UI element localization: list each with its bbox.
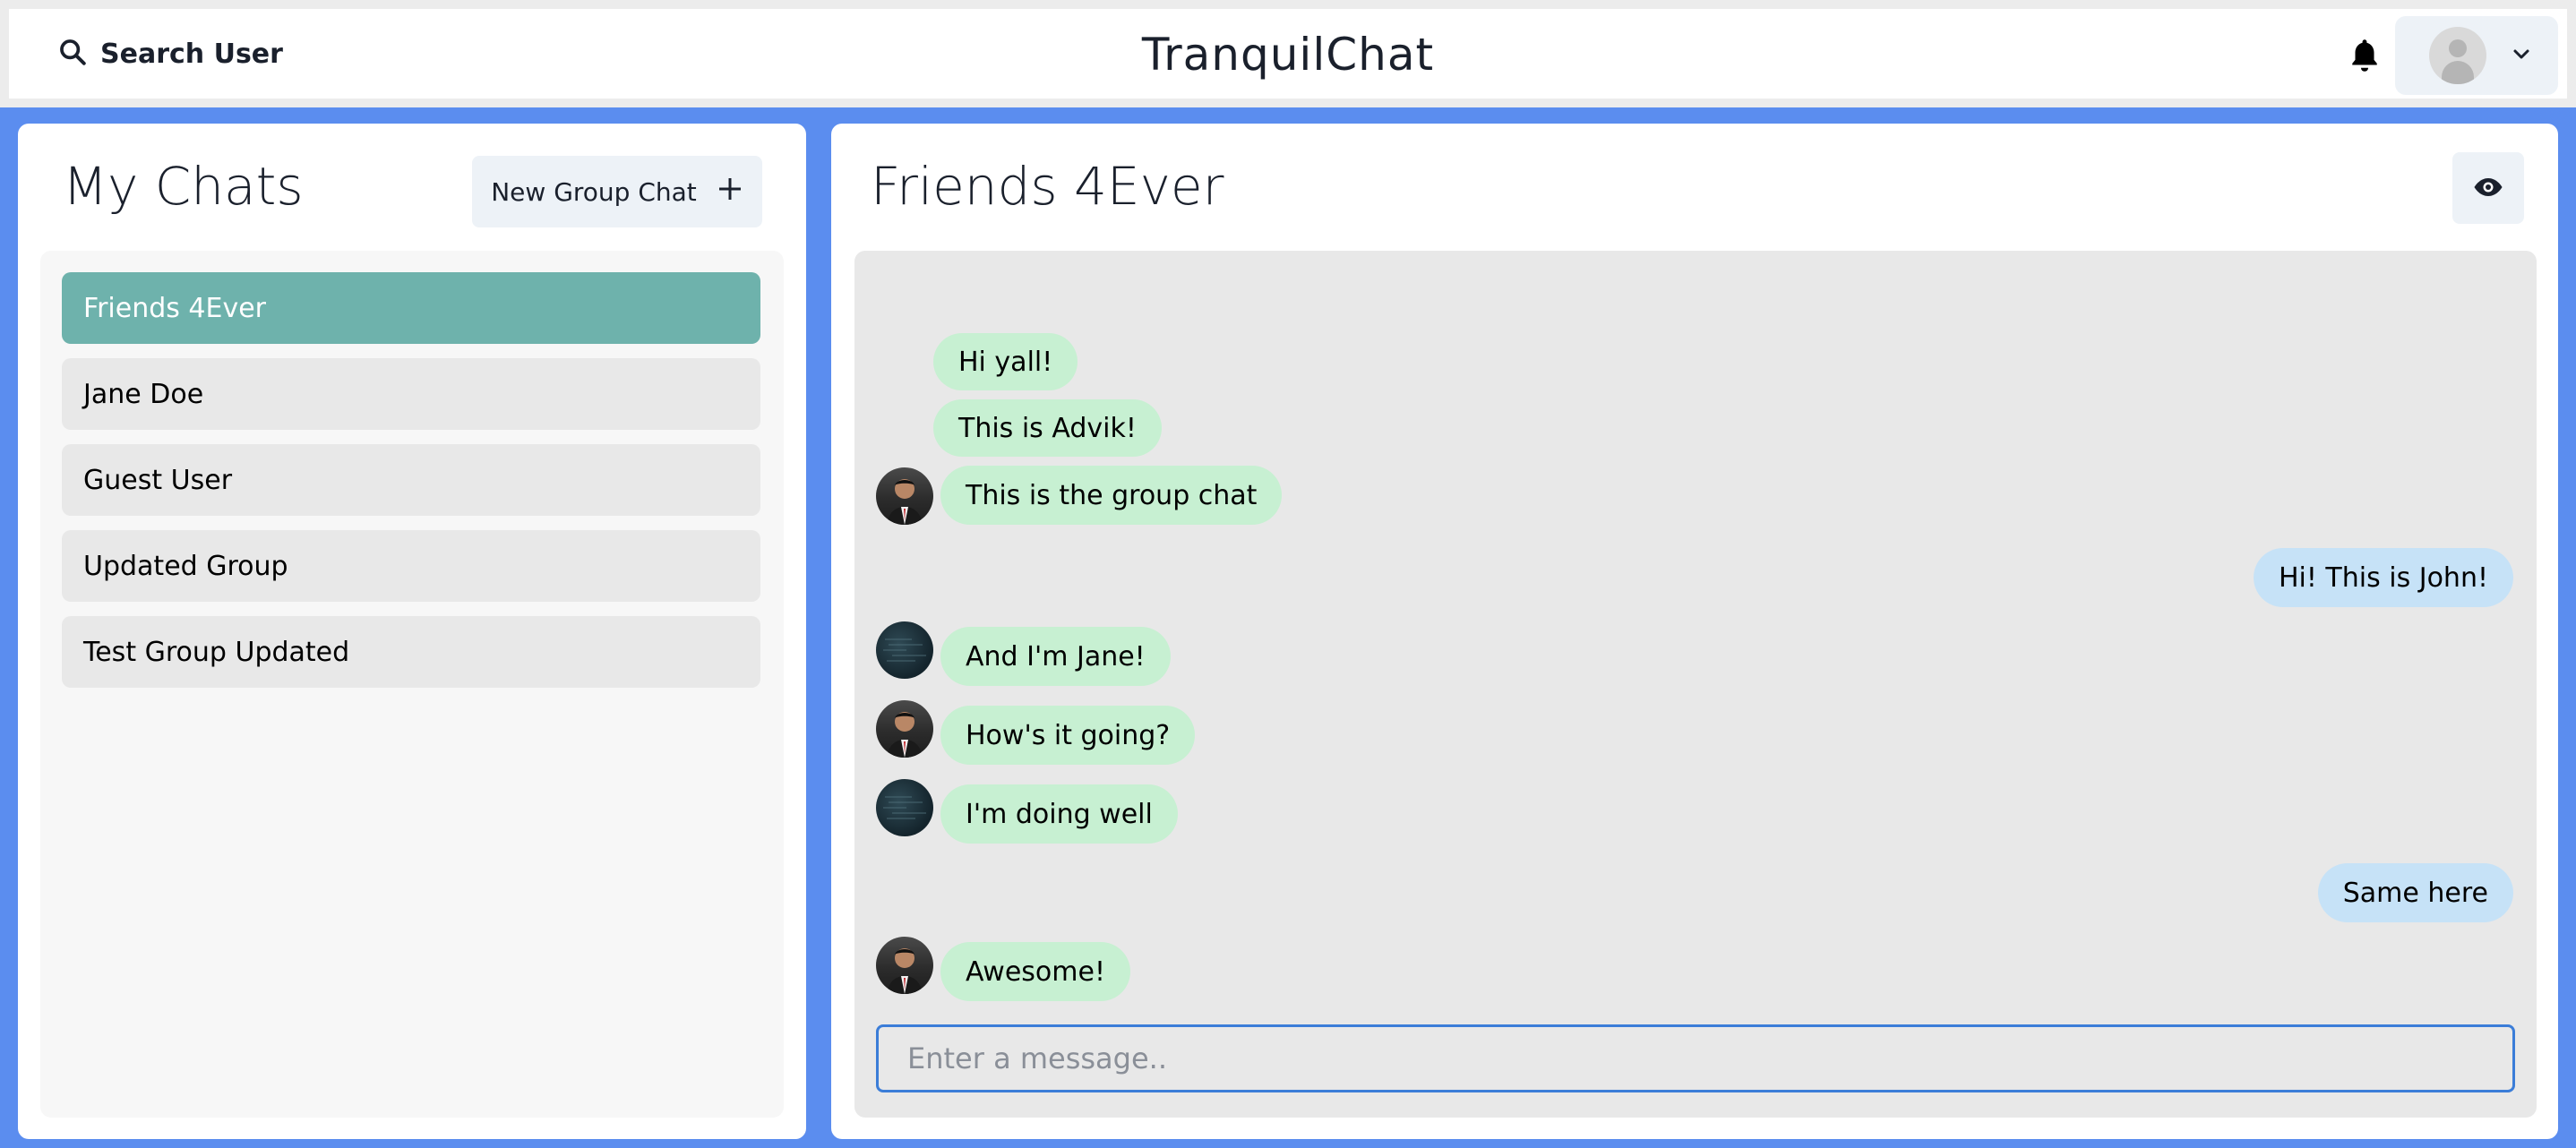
- chat-name: Updated Group: [83, 550, 288, 582]
- avatar: [876, 937, 933, 994]
- my-chats-panel: My Chats New Group Chat Friends 4Ever Ja…: [18, 124, 806, 1139]
- new-group-chat-button[interactable]: New Group Chat: [472, 156, 762, 227]
- message-text: This is Advik!: [958, 412, 1137, 444]
- message-bubble: Awesome!: [940, 942, 1130, 1001]
- message-text: Hi yall!: [958, 346, 1053, 378]
- avatar: [876, 779, 933, 836]
- header: Search User TranquilChat: [9, 9, 2567, 99]
- message-bubble: How's it going?: [940, 706, 1196, 765]
- chat-name: Jane Doe: [83, 378, 204, 410]
- avatar: [876, 467, 933, 525]
- plus-icon: [717, 176, 743, 209]
- avatar: [876, 700, 933, 758]
- message-text: This is the group chat: [966, 479, 1258, 511]
- message-text: And I'm Jane!: [966, 640, 1146, 673]
- chat-list: Friends 4Ever Jane Doe Guest User Update…: [40, 251, 784, 1118]
- view-details-button[interactable]: [2452, 152, 2524, 224]
- bell-icon[interactable]: [2345, 36, 2384, 75]
- message-text: How's it going?: [966, 719, 1171, 751]
- avatar: [876, 621, 933, 679]
- chat-name: Guest User: [83, 464, 233, 496]
- chat-panel: Friends 4Ever Hi yall! This is Advik! Th…: [831, 124, 2558, 1139]
- message-text: I'm doing well: [966, 798, 1153, 830]
- message-input[interactable]: [876, 1024, 2515, 1092]
- chat-list-item[interactable]: Jane Doe: [62, 358, 760, 430]
- chat-list-item[interactable]: Friends 4Ever: [62, 272, 760, 344]
- messages-area: Hi yall! This is Advik! This is the grou…: [854, 251, 2537, 1118]
- message-bubble: This is the group chat: [940, 466, 1283, 525]
- message-text: Awesome!: [966, 955, 1105, 988]
- message-bubble: Hi! This is John!: [2253, 548, 2513, 607]
- profile-menu-button[interactable]: [2395, 16, 2558, 95]
- app-title: TranquilChat: [1141, 29, 1435, 81]
- chat-name: Test Group Updated: [83, 636, 350, 668]
- chat-list-item[interactable]: Test Group Updated: [62, 616, 760, 688]
- chat-list-item[interactable]: Updated Group: [62, 530, 760, 602]
- chat-name: Friends 4Ever: [83, 292, 267, 324]
- new-group-chat-label: New Group Chat: [491, 176, 697, 207]
- message-bubble: Same here: [2317, 863, 2513, 922]
- message-bubble: I'm doing well: [940, 784, 1178, 844]
- chat-list-item[interactable]: Guest User: [62, 444, 760, 516]
- message-bubble: This is Advik!: [933, 399, 1162, 457]
- message-text: Hi! This is John!: [2278, 561, 2488, 594]
- my-chats-title: My Chats: [63, 156, 304, 217]
- message-text: Same here: [2342, 877, 2488, 909]
- avatar: [2429, 27, 2486, 84]
- chat-title: Friends 4Ever: [871, 156, 1224, 217]
- message-bubble: Hi yall!: [933, 333, 1078, 390]
- eye-icon: [2473, 176, 2503, 201]
- message-bubble: And I'm Jane!: [940, 627, 1171, 686]
- chevron-down-icon: [2512, 47, 2531, 64]
- top-bar: Search User TranquilChat: [0, 0, 2576, 107]
